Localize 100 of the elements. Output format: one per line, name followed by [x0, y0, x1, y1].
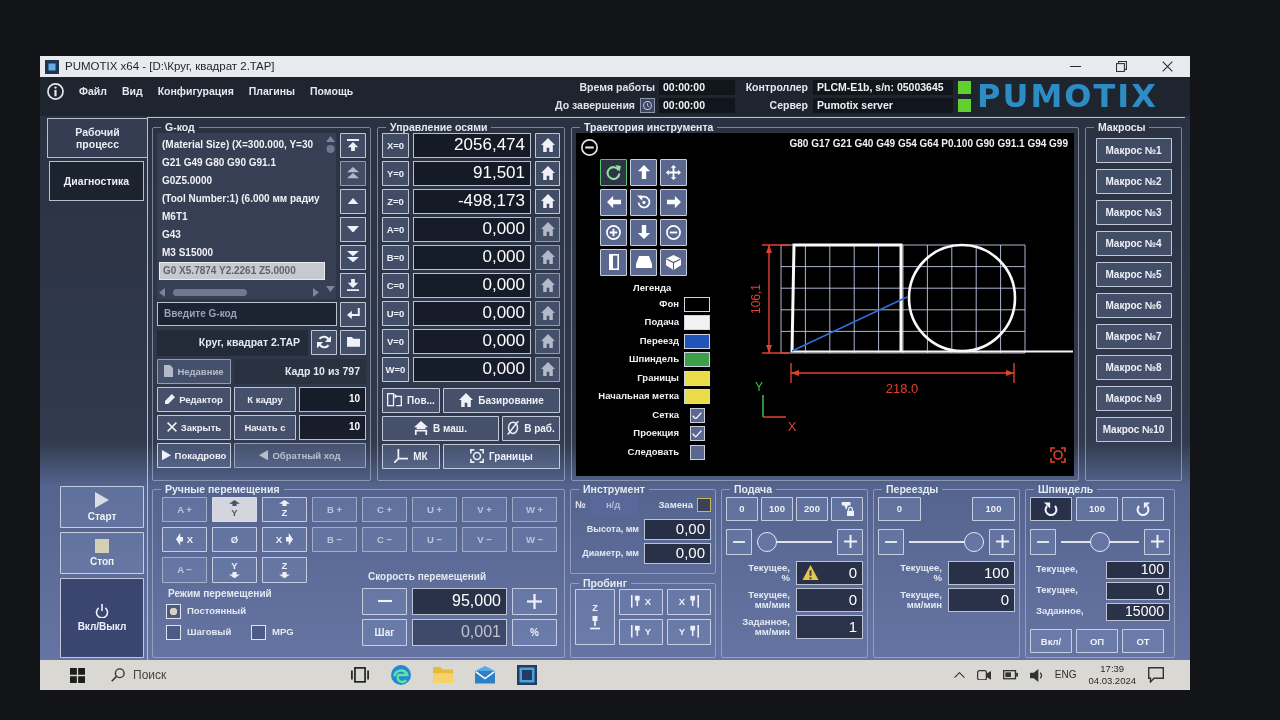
view-button[interactable]	[660, 248, 687, 276]
view-button[interactable]	[600, 248, 627, 276]
preset-button[interactable]: 100	[761, 496, 793, 521]
macro-button[interactable]: Макрос №2	[1095, 168, 1172, 194]
refresh-button[interactable]	[311, 329, 337, 355]
jog-button[interactable]: X	[162, 526, 207, 552]
view-button[interactable]	[660, 218, 687, 246]
increase-button[interactable]	[512, 587, 557, 615]
increase-button[interactable]	[989, 528, 1015, 555]
menu-item[interactable]: Файл	[79, 85, 107, 98]
browser-icon[interactable]	[391, 665, 411, 685]
notification-icon[interactable]	[1148, 667, 1164, 683]
preset-button[interactable]: 0	[726, 496, 758, 521]
axis-zero-button[interactable]: X=0	[382, 132, 409, 158]
power-button[interactable]: Вкл/Выкл	[60, 578, 144, 658]
axis-zero-button[interactable]: Z=0	[382, 188, 409, 214]
preset-button[interactable]: 0	[878, 496, 921, 521]
tab[interactable]: Диагностика	[49, 161, 144, 201]
tab[interactable]: Рабочий процесс	[47, 118, 147, 158]
preset-button[interactable]: 100	[972, 496, 1015, 521]
speaker-icon[interactable]	[1029, 667, 1043, 683]
slider-thumb[interactable]	[964, 531, 984, 552]
gcode-line[interactable]: M3 S15000	[159, 243, 325, 262]
speed-field[interactable]: 95,000	[412, 587, 507, 615]
homing-button[interactable]: Базирование	[443, 387, 560, 413]
macro-button[interactable]: Макрос №9	[1095, 385, 1172, 411]
macro-button[interactable]: Макрос №1	[1095, 137, 1172, 163]
home-axis-button[interactable]	[535, 160, 560, 186]
step-button[interactable]: Шаг	[362, 618, 407, 646]
checkbox[interactable]	[689, 444, 705, 460]
goto-frame-button[interactable]: К кадру	[234, 386, 296, 412]
probe-button[interactable]: X	[619, 588, 663, 615]
view-button[interactable]	[660, 188, 687, 216]
language-indicator[interactable]: ENG	[1054, 669, 1077, 681]
view-button[interactable]	[660, 158, 687, 186]
home-axis-button[interactable]	[535, 188, 560, 214]
view-button[interactable]	[630, 188, 657, 216]
jog-button[interactable]: Y	[212, 556, 257, 583]
to-work-button[interactable]: В раб.	[502, 415, 560, 441]
stop-button[interactable]: Стоп	[60, 532, 144, 574]
page-down-button[interactable]	[340, 244, 366, 270]
enter-button[interactable]	[340, 301, 366, 327]
probe-button[interactable]: Z	[575, 588, 615, 645]
camera-icon[interactable]	[976, 669, 991, 681]
preset-button[interactable]: 100	[1076, 496, 1118, 521]
decrease-button[interactable]	[878, 528, 904, 555]
close-file-button[interactable]: Закрыть	[157, 414, 231, 440]
single-block-button[interactable]: Покадрово	[157, 442, 231, 468]
spindle-button[interactable]: Вкл/	[1030, 629, 1072, 653]
increase-button[interactable]	[837, 528, 863, 555]
probe-button[interactable]: Y	[667, 618, 711, 645]
start-button[interactable]: Старт	[60, 486, 144, 528]
macro-button[interactable]: Макрос №3	[1095, 199, 1172, 225]
view-button[interactable]	[600, 188, 627, 216]
decrease-button[interactable]	[726, 528, 752, 555]
task-view-icon[interactable]	[351, 667, 369, 683]
target-frame-icon[interactable]	[1050, 446, 1066, 463]
lock-button[interactable]	[831, 496, 863, 521]
macro-button[interactable]: Макрос №7	[1095, 323, 1172, 349]
line-down-button[interactable]	[340, 216, 366, 242]
view-button[interactable]	[600, 158, 627, 186]
scroll-bottom-button[interactable]	[340, 272, 366, 298]
spindle-button[interactable]: ОТ	[1122, 629, 1164, 653]
value-field[interactable]: 0,00	[644, 518, 711, 540]
jog-button[interactable]: Ø	[212, 526, 257, 552]
search-field[interactable]: Поиск	[133, 668, 283, 682]
gcode-line[interactable]: (Tool Number:1) (6.000 мм радиу	[159, 189, 325, 208]
line-up-button[interactable]	[340, 188, 366, 214]
gcode-input[interactable]: Введите G-код	[157, 301, 337, 326]
jog-button[interactable]: Z	[262, 556, 307, 583]
increase-button[interactable]	[1144, 528, 1170, 555]
gcode-line[interactable]: G43	[159, 225, 325, 244]
to-machine-button[interactable]: В маш.	[382, 415, 499, 441]
macro-button[interactable]: Макрос №4	[1095, 230, 1172, 256]
menu-item[interactable]: Конфигурация	[157, 85, 234, 98]
view-button[interactable]	[630, 248, 657, 276]
axis-zero-button[interactable]: Y=0	[382, 160, 409, 186]
open-file-button[interactable]	[340, 329, 366, 355]
probe-button[interactable]: X	[667, 588, 711, 615]
gcode-line[interactable]: G0Z5.0000	[159, 171, 325, 190]
battery-icon[interactable]	[1002, 670, 1018, 680]
macro-button[interactable]: Макрос №6	[1095, 292, 1172, 318]
checkbox[interactable]	[689, 426, 705, 442]
frame-number-field[interactable]: 10	[299, 386, 366, 412]
value-field[interactable]: 0,00	[644, 542, 711, 564]
mail-icon[interactable]	[475, 666, 495, 684]
chevron-up-icon[interactable]	[953, 671, 965, 679]
info-icon[interactable]	[47, 83, 64, 100]
percent-button[interactable]: %	[512, 618, 557, 646]
clock-date[interactable]: 04.03.2024	[1088, 675, 1136, 688]
view-button[interactable]	[630, 158, 657, 186]
rotate-axes-button[interactable]: Пов...	[382, 387, 440, 413]
start-from-button[interactable]: Начать с	[234, 414, 296, 440]
jog-button[interactable]: X	[262, 526, 307, 552]
macro-button[interactable]: Макрос №8	[1095, 354, 1172, 380]
slider-thumb[interactable]	[757, 531, 777, 552]
editor-button[interactable]: Редактор	[157, 386, 231, 412]
macro-button[interactable]: Макрос №5	[1095, 261, 1172, 287]
app-icon[interactable]	[517, 665, 537, 685]
clock-button[interactable]	[640, 98, 655, 113]
